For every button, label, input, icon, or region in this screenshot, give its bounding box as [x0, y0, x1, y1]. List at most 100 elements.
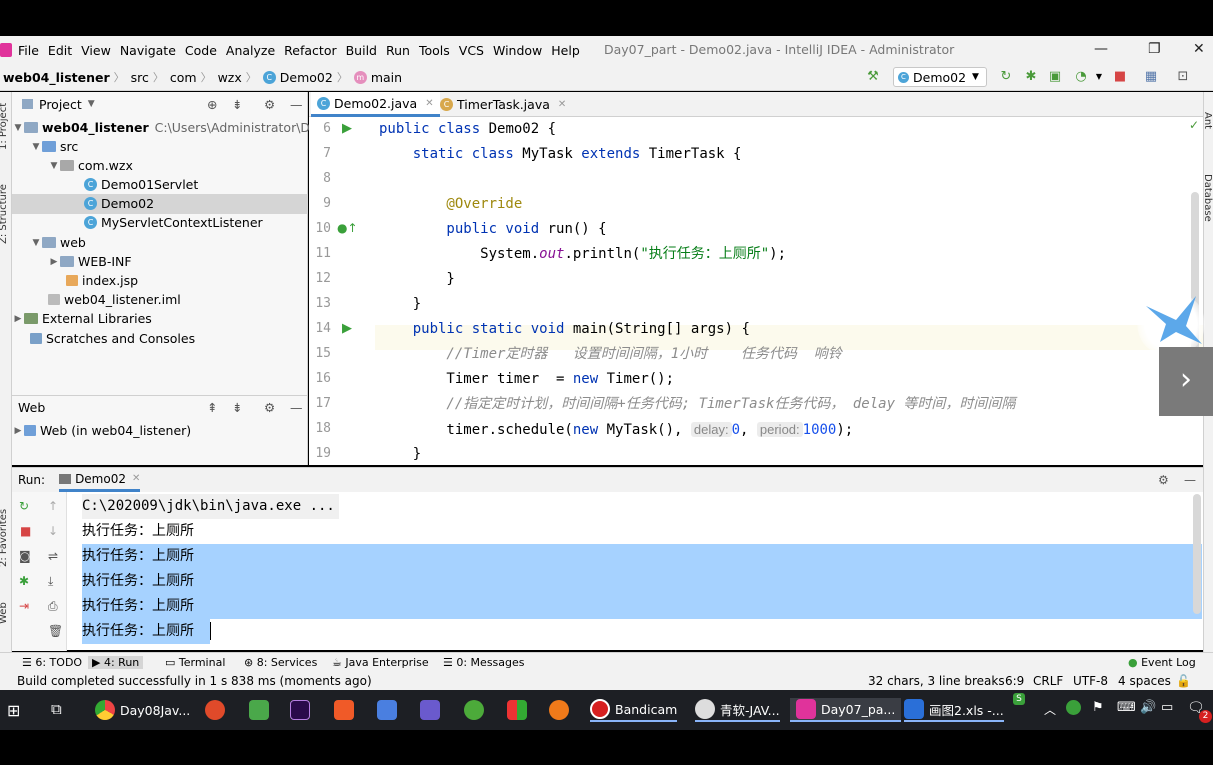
menu-code[interactable]: Code	[185, 43, 217, 58]
close-icon[interactable]: ✕	[558, 99, 566, 110]
restore-icon[interactable]: ❐	[1148, 41, 1161, 57]
event-log-tool[interactable]: ● Event Log	[1128, 656, 1196, 669]
breadcrumb-project[interactable]: web04_listener	[3, 70, 110, 85]
tree-item-project[interactable]: ▼ web04_listener C:\Users\Administrator\De…	[12, 118, 345, 137]
taskbar-wps[interactable]: 画图2.xls -...	[904, 698, 1004, 722]
todo-tool[interactable]: ☰ 6: TODO	[22, 656, 82, 669]
run-config-select[interactable]: C Demo02 ▼	[893, 67, 987, 87]
console-scrollbar[interactable]	[1193, 494, 1201, 614]
breadcrumb-demo02[interactable]: Demo02	[280, 70, 333, 85]
print-icon[interactable]: ⎙	[48, 599, 58, 614]
menu-edit[interactable]: Edit	[48, 43, 72, 58]
scroll-end-icon[interactable]: ⤓	[48, 574, 53, 589]
chevron-down-icon[interactable]: ▼	[88, 99, 95, 109]
task-view-icon[interactable]: ⧉	[51, 700, 62, 718]
collapse-icon[interactable]: ⇟	[232, 400, 242, 415]
stop-icon[interactable]: ■	[20, 524, 31, 538]
profile-icon[interactable]: ◔	[1074, 70, 1088, 84]
breadcrumb-src[interactable]: src	[131, 70, 149, 85]
messages-tool[interactable]: ☰ 0: Messages	[443, 656, 525, 669]
exit-icon[interactable]: ⇥	[19, 599, 29, 613]
run-gutter-icon[interactable]: ▶	[342, 321, 352, 336]
hide-icon[interactable]: —	[1184, 473, 1196, 487]
tool-favorites[interactable]: 2: Favorites	[0, 509, 9, 567]
camera-icon[interactable]: ◙	[19, 549, 31, 563]
menu-file[interactable]: File	[18, 43, 39, 58]
keyboard-icon[interactable]: ⌨	[1117, 700, 1136, 715]
status-indent[interactable]: 4 spaces	[1118, 674, 1171, 688]
breadcrumb-main[interactable]: main	[371, 70, 402, 85]
tool-web[interactable]: Web	[0, 602, 9, 624]
override-icon[interactable]: ●↑	[337, 221, 358, 235]
code-view[interactable]: public class Demo02 { static class MyTas…	[379, 117, 1203, 465]
status-encoding[interactable]: UTF-8	[1073, 674, 1108, 688]
tree-item-package[interactable]: ▼ com.wzx	[48, 156, 133, 175]
hide-icon[interactable]: —	[290, 97, 303, 112]
arrow-up-icon[interactable]: ↑	[48, 499, 58, 513]
debug-icon[interactable]: ✱	[19, 574, 29, 588]
menu-refactor[interactable]: Refactor	[284, 43, 336, 58]
services-tool[interactable]: ⊛ 8: Services	[244, 656, 317, 669]
gear-icon[interactable]: ⚙	[264, 97, 275, 112]
taskbar-bandicam[interactable]: Bandicam	[590, 698, 678, 722]
menu-view[interactable]: View	[81, 43, 111, 58]
status-position[interactable]: 6:9	[1005, 674, 1024, 688]
java-enterprise-tool[interactable]: ☕ Java Enterprise	[332, 656, 429, 669]
minimize-icon[interactable]: —	[1094, 41, 1108, 57]
tool-structure[interactable]: Z: Structure	[0, 184, 9, 244]
menu-vcs[interactable]: VCS	[459, 43, 484, 58]
menu-navigate[interactable]: Navigate	[120, 43, 176, 58]
app-icon[interactable]	[420, 700, 440, 720]
project-panel-title[interactable]: Project	[39, 97, 82, 112]
tool-database[interactable]: Database	[1202, 174, 1213, 222]
network-icon[interactable]: ▭	[1161, 700, 1173, 715]
tool-project[interactable]: 1: Project	[0, 103, 9, 150]
gear-icon[interactable]: ⚙	[1158, 473, 1169, 487]
arrow-down-icon[interactable]: ↓	[48, 524, 58, 538]
soft-wrap-icon[interactable]: ⇌	[48, 549, 58, 563]
breadcrumb-com[interactable]: com	[170, 70, 197, 85]
project-structure-icon[interactable]: ▦	[1144, 70, 1158, 84]
run-tab[interactable]: Demo02 ✕	[59, 468, 141, 492]
chevron-up-icon[interactable]: ︿	[1044, 701, 1056, 718]
menu-tools[interactable]: Tools	[419, 43, 450, 58]
tray-icon[interactable]: ⚑	[1092, 700, 1104, 715]
tree-item-scratches[interactable]: Scratches and Consoles	[30, 329, 195, 348]
chevron-down-icon[interactable]: ▼	[1092, 70, 1106, 84]
volume-icon[interactable]: 🔊	[1140, 700, 1156, 715]
menu-build[interactable]: Build	[346, 43, 377, 58]
app-icon[interactable]	[249, 700, 269, 720]
utorrent-icon[interactable]	[464, 700, 484, 720]
app-icon[interactable]	[334, 700, 354, 720]
premiere-icon[interactable]	[290, 700, 310, 720]
trash-icon[interactable]: 🗑	[48, 624, 63, 638]
hide-icon[interactable]: —	[290, 400, 303, 415]
layout-icon[interactable]: ⊡	[1176, 70, 1190, 84]
windows-start-icon[interactable]: ⊞	[7, 701, 20, 720]
tree-item-demo02[interactable]: C Demo02	[84, 194, 154, 213]
lock-icon[interactable]: 🔓	[1176, 674, 1191, 688]
tab-timertask[interactable]: C TimerTask.java ✕	[434, 92, 572, 117]
app-icon[interactable]	[507, 700, 527, 720]
close-icon[interactable]: ✕	[132, 473, 140, 484]
collapse-icon[interactable]: ⇟	[232, 97, 242, 112]
tree-item-index-jsp[interactable]: index.jsp	[66, 271, 138, 290]
tree-item-libraries[interactable]: ▶ External Libraries	[12, 309, 152, 328]
close-icon[interactable]: ✕	[425, 98, 433, 109]
rerun-icon[interactable]: ↻	[19, 499, 29, 513]
taskbar-browser[interactable]: 青软-JAV...	[695, 698, 780, 722]
tree-item-demo01servlet[interactable]: C Demo01Servlet	[84, 175, 198, 194]
app-icon[interactable]	[205, 700, 225, 720]
tree-item-web[interactable]: ▼ web	[30, 233, 86, 252]
rerun-icon[interactable]: ↻	[999, 70, 1013, 84]
build-hammer-icon[interactable]: ⚒	[866, 70, 880, 84]
locate-icon[interactable]: ⊕	[207, 97, 217, 112]
gear-icon[interactable]: ⚙	[264, 400, 275, 415]
status-line-separator[interactable]: CRLF	[1033, 674, 1063, 688]
run-tool[interactable]: ▶ 4: Run	[88, 655, 144, 669]
breadcrumb-wzx[interactable]: wzx	[218, 70, 242, 85]
debug-icon[interactable]: ✱	[1024, 70, 1038, 84]
taskbar-idea[interactable]: Day07_pa...	[790, 698, 902, 722]
menu-window[interactable]: Window	[493, 43, 542, 58]
app-icon[interactable]	[377, 700, 397, 720]
